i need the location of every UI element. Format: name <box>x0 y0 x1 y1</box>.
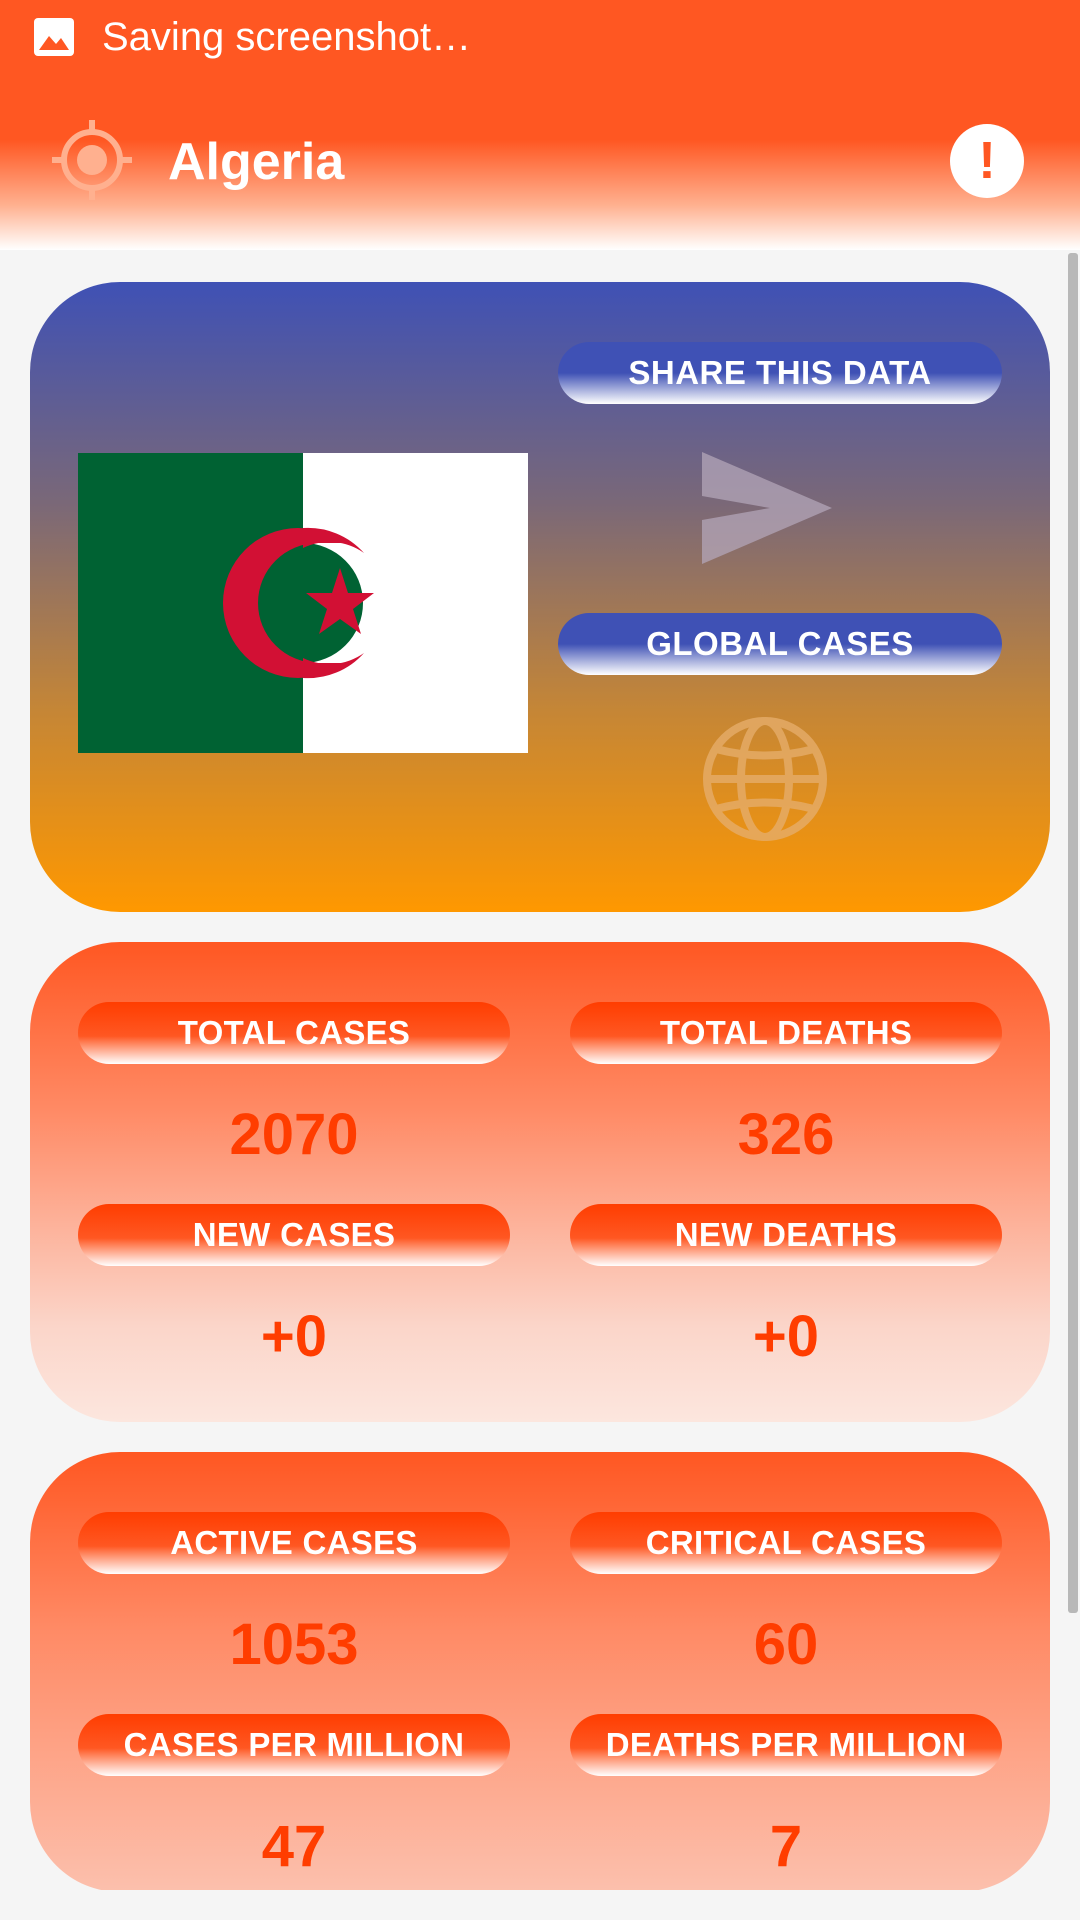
globe-icon[interactable] <box>700 714 830 844</box>
info-alert-button[interactable]: ! <box>950 124 1024 198</box>
cases-per-million-label: CASES PER MILLION <box>78 1714 510 1776</box>
deaths-per-million-label: DEATHS PER MILLION <box>570 1714 1002 1776</box>
secondary-stats-card: ACTIVE CASES CRITICAL CASES 1053 60 CASE… <box>30 1452 1050 1892</box>
new-deaths-label: NEW DEATHS <box>570 1204 1002 1266</box>
total-deaths-value: 326 <box>737 1102 835 1167</box>
critical-cases-value: 60 <box>753 1612 819 1677</box>
algeria-flag-image <box>78 453 528 753</box>
status-bar: Saving screenshot… <box>0 0 1080 75</box>
page-title: Algeria <box>168 133 345 191</box>
new-cases-label: NEW CASES <box>78 1204 510 1266</box>
send-icon[interactable] <box>700 450 840 570</box>
image-icon <box>34 18 74 56</box>
total-cases-label: TOTAL CASES <box>78 1002 510 1064</box>
cases-per-million-value: 47 <box>261 1814 327 1879</box>
location-crosshair-icon[interactable] <box>50 118 134 202</box>
country-card: SHARE THIS DATA GLOBAL CASES <box>30 282 1050 912</box>
exclamation-icon: ! <box>978 132 996 190</box>
header: Saving screenshot… Algeria ! <box>0 0 1080 250</box>
status-notification-text: Saving screenshot… <box>102 15 472 59</box>
deaths-per-million-value: 7 <box>769 1814 803 1879</box>
share-data-button[interactable]: SHARE THIS DATA <box>558 342 1002 404</box>
total-cases-value: 2070 <box>229 1102 359 1167</box>
app-bar: Algeria ! <box>0 100 1080 230</box>
critical-cases-label: CRITICAL CASES <box>570 1512 1002 1574</box>
new-deaths-value: +0 <box>752 1304 820 1369</box>
bottom-edge <box>0 1890 1080 1920</box>
scrollbar[interactable] <box>1068 253 1078 1613</box>
global-cases-button[interactable]: GLOBAL CASES <box>558 613 1002 675</box>
primary-stats-card: TOTAL CASES TOTAL DEATHS 2070 326 NEW CA… <box>30 942 1050 1422</box>
new-cases-value: +0 <box>260 1304 328 1369</box>
total-deaths-label: TOTAL DEATHS <box>570 1002 1002 1064</box>
active-cases-label: ACTIVE CASES <box>78 1512 510 1574</box>
active-cases-value: 1053 <box>229 1612 359 1677</box>
